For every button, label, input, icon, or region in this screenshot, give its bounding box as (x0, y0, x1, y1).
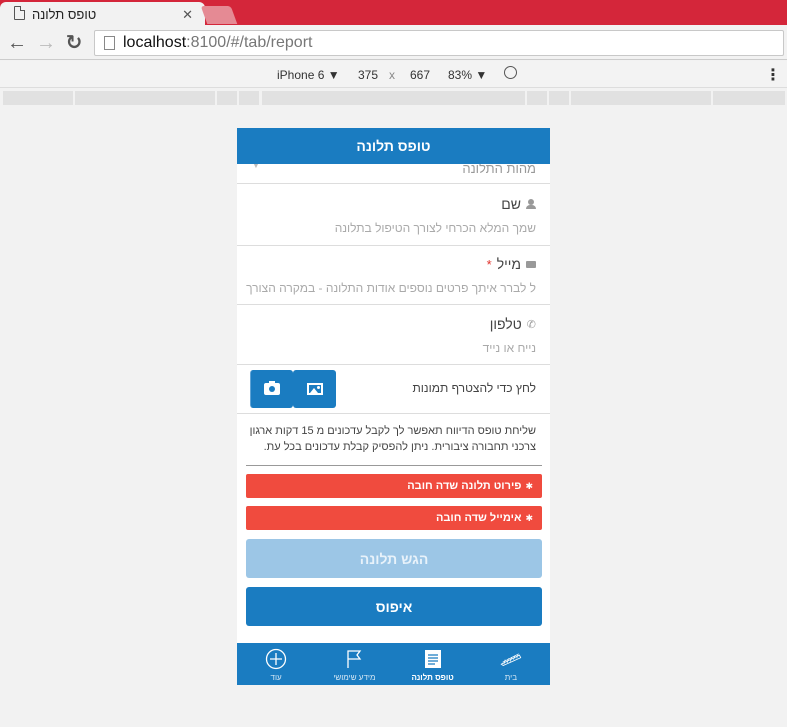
report-form: מהות התלונה ▼ שם שמך המלא הכרחי לצורך הט… (237, 164, 550, 643)
device-height-input[interactable]: 667 (410, 68, 430, 82)
flag-icon (343, 648, 365, 670)
train-icon (500, 648, 522, 670)
browser-tab-title: טופס תלונה (32, 7, 97, 22)
tab-report[interactable]: טופס תלונה (394, 643, 472, 685)
close-icon[interactable]: ✕ (182, 7, 193, 23)
back-icon[interactable]: ← (5, 31, 29, 55)
complaint-type-value: מהות התלונה (462, 164, 536, 176)
gallery-icon (306, 383, 323, 395)
page-icon (104, 36, 115, 50)
error-message: ✱ פירוט תלונה שדה חובה (246, 474, 542, 498)
divider (246, 465, 542, 466)
dimension-separator: x (389, 68, 395, 82)
tab-label: עוד (270, 673, 282, 682)
tab-label: מידע שימושי (333, 673, 376, 682)
error-text: פירוט תלונה שדה חובה (407, 480, 522, 492)
required-mark: * (486, 256, 492, 272)
name-field[interactable]: שם שמך המלא הכרחי לצורך הטיפול בתלונה (237, 185, 550, 246)
chevron-down-icon: ▼ (251, 164, 261, 171)
reset-button[interactable]: איפוס (246, 587, 542, 626)
complaint-type-select[interactable]: מהות התלונה ▼ (237, 164, 550, 184)
mail-icon (526, 260, 536, 268)
person-icon (526, 199, 536, 209)
reload-icon[interactable]: ↻ (62, 31, 86, 55)
plus-circle-icon (265, 648, 287, 670)
browser-toolbar: ← → ↻ localhost :8100/#/tab/report (0, 27, 787, 60)
device-toolbar: iPhone 6 ▼ 375 x 667 83% ▼ ⋮ (0, 61, 787, 88)
photo-row: לחץ כדי להצטרף תמונות (237, 365, 550, 414)
address-bar[interactable]: localhost :8100/#/tab/report (94, 30, 784, 56)
name-label: שם (501, 196, 521, 212)
name-input[interactable]: שמך המלא הכרחי לצורך הטיפול בתלונה (335, 221, 536, 235)
notice-text: שליחת טופס הדיווח תאפשר לך לקבל עדכונים … (249, 425, 536, 453)
email-label: מייל (496, 256, 521, 272)
url-path: :8100/#/tab/report (186, 34, 313, 51)
gallery-button[interactable] (293, 370, 336, 408)
new-tab-button[interactable] (200, 6, 238, 24)
rotate-icon[interactable] (504, 66, 517, 79)
bottom-tab-bar: בית טופס תלונה מידע שימושי עוד (237, 643, 550, 685)
device-width-input[interactable]: 375 (358, 68, 378, 82)
error-message: ✱ אימייל שדה חובה (246, 506, 542, 530)
submit-button[interactable]: הגש תלונה (246, 539, 542, 578)
tab-home[interactable]: בית (472, 643, 550, 685)
email-input[interactable]: ל לברר איתך פרטים נוספים אודות התלונה - … (246, 281, 536, 295)
browser-tab-strip: טופס תלונה ✕ (0, 0, 787, 27)
document-icon (422, 648, 444, 670)
phone-viewport: טופס תלונה מהות התלונה ▼ שם שמך המלא הכר… (237, 128, 550, 685)
camera-icon (264, 381, 280, 395)
media-query-ruler (0, 90, 787, 105)
photo-label: לחץ כדי להצטרף תמונות (412, 381, 537, 395)
error-text: אימייל שדה חובה (435, 512, 522, 524)
phone-field[interactable]: ✆ טלפון נייח או נייד (237, 305, 550, 365)
page-icon (14, 6, 25, 20)
tab-label: טופס תלונה (411, 673, 454, 682)
url-host: localhost (123, 34, 187, 51)
browser-tab[interactable]: טופס תלונה ✕ (0, 2, 205, 27)
zoom-select[interactable]: 83% ▼ (448, 68, 487, 82)
tab-more[interactable]: עוד (237, 643, 315, 685)
bug-icon: ✱ (525, 512, 533, 523)
phone-icon: ✆ (526, 318, 536, 331)
device-select[interactable]: iPhone 6 ▼ (277, 68, 340, 82)
email-field[interactable]: מייל * ל לברר איתך פרטים נוספים אודות הת… (237, 246, 550, 305)
more-menu-icon[interactable]: ⋮ (765, 65, 781, 85)
phone-label: טלפון (489, 316, 522, 332)
camera-button[interactable] (250, 370, 293, 408)
forward-icon[interactable]: → (34, 31, 58, 55)
tab-label: בית (504, 673, 517, 682)
phone-input[interactable]: נייח או נייד (483, 341, 536, 355)
page-title: טופס תלונה (237, 128, 550, 164)
bug-icon: ✱ (525, 480, 533, 491)
tab-info[interactable]: מידע שימושי (315, 643, 393, 685)
